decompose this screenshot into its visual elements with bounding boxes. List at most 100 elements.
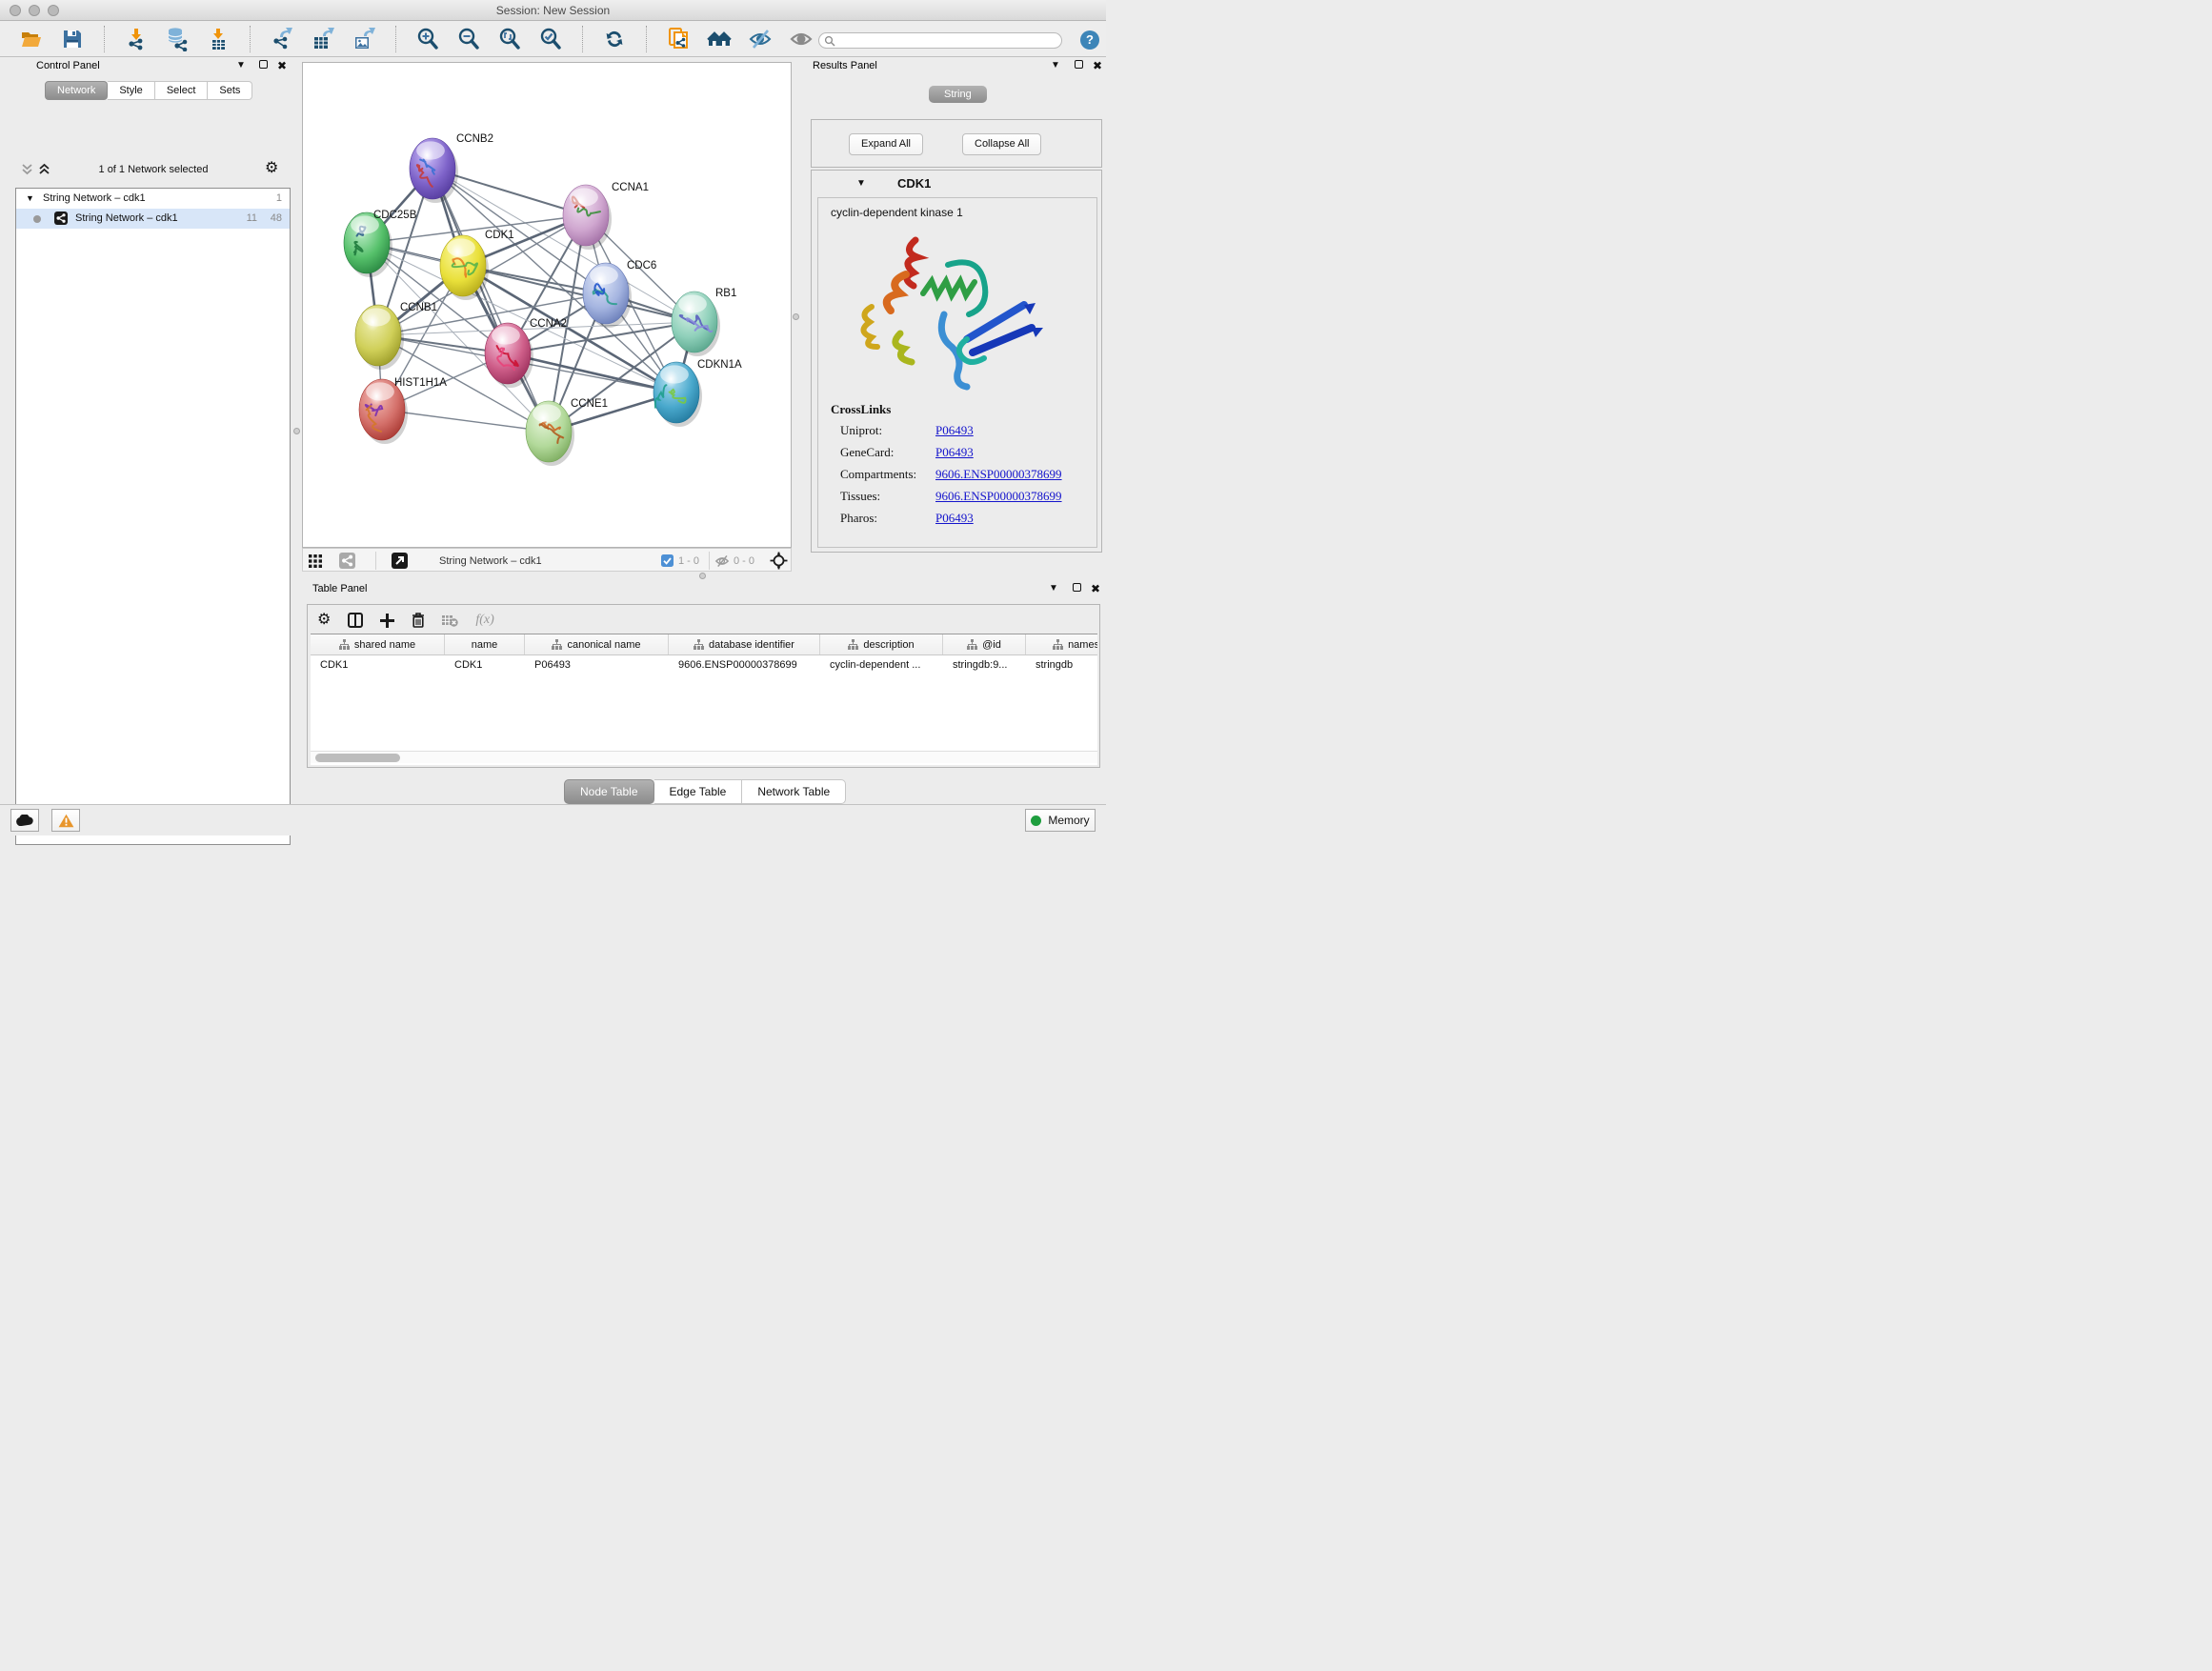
network-edge-CCNB2-CCNE1[interactable] <box>432 169 549 432</box>
network-options-gear-icon[interactable]: ⚙ <box>265 161 278 176</box>
network-view-icon[interactable] <box>339 549 355 573</box>
network-canvas[interactable]: CCNB2CCNA1CDC25BCDK1CDC6RB1CCNB1CCNA2CDK… <box>302 62 792 548</box>
export-image-icon[interactable] <box>352 27 376 51</box>
column-header-database-identifier[interactable]: database identifier <box>669 634 820 654</box>
expand-all-button[interactable]: Expand All <box>849 133 923 155</box>
warning-icon <box>58 814 74 828</box>
table-row[interactable]: CDK1CDK1P064939606.ENSP00000378699cyclin… <box>311 655 1097 676</box>
column-header-name[interactable]: name <box>445 634 525 654</box>
results-panel-float-icon[interactable]: ▼ <box>1051 60 1060 70</box>
crosslink-value-link[interactable]: P06493 <box>935 441 974 463</box>
gene-collapse-icon[interactable]: ▼ <box>856 178 866 189</box>
table-cell[interactable]: P06493 <box>525 655 669 676</box>
footer-divider <box>709 552 710 570</box>
tab-network[interactable]: Network <box>45 81 108 100</box>
crosslink-value-link[interactable]: 9606.ENSP00000378699 <box>935 463 1062 485</box>
grid-view-icon[interactable] <box>309 549 322 573</box>
crosslink-value-link[interactable]: 9606.ENSP00000378699 <box>935 485 1062 507</box>
table-cell[interactable]: 9606.ENSP00000378699 <box>669 655 820 676</box>
network-tree-child-row[interactable]: String Network – cdk1 11 48 <box>16 209 290 229</box>
network-node-CCNE1[interactable]: CCNE1 <box>526 398 608 466</box>
column-header-label: canonical name <box>567 639 640 651</box>
import-network-database-icon[interactable] <box>165 27 190 51</box>
results-panel-close-icon[interactable]: ✖ <box>1093 59 1102 72</box>
export-network-icon[interactable] <box>270 27 294 51</box>
hidden-eye-icon <box>714 549 730 573</box>
save-session-icon[interactable] <box>60 27 85 51</box>
vertical-splitter-handle-right[interactable] <box>793 313 799 320</box>
delete-column-icon[interactable] <box>412 613 425 628</box>
tree-collapse-icon[interactable]: ▼ <box>26 189 34 209</box>
column-header-shared-name[interactable]: shared name <box>311 634 445 654</box>
memory-button[interactable]: Memory <box>1025 809 1096 832</box>
table-cell[interactable]: cyclin-dependent ... <box>820 655 943 676</box>
open-session-icon[interactable] <box>19 27 44 51</box>
toolbar-separator <box>250 26 251 52</box>
create-column-icon[interactable] <box>380 614 394 628</box>
birdseye-toggle-icon[interactable] <box>770 549 788 573</box>
table-panel-close-icon[interactable]: ✖ <box>1091 582 1100 595</box>
cloud-status-button[interactable] <box>10 809 39 832</box>
network-node-RB1[interactable]: RB1 <box>672 288 736 356</box>
hide-selected-icon[interactable] <box>748 27 773 51</box>
network-node-CDKN1A[interactable]: CDKN1A <box>654 359 742 427</box>
hscrollbar-thumb[interactable] <box>315 754 400 762</box>
memory-label: Memory <box>1048 814 1089 827</box>
help-icon[interactable]: ? <box>1080 30 1099 50</box>
tab-style[interactable]: Style <box>108 81 154 100</box>
zoom-fit-icon[interactable] <box>497 27 522 51</box>
table-options-gear-icon[interactable]: ⚙ <box>317 613 331 628</box>
control-panel-float-icon[interactable]: ▼ <box>236 60 246 70</box>
column-header-namespace[interactable]: namespace <box>1026 634 1097 654</box>
collapse-all-button[interactable]: Collapse All <box>962 133 1041 155</box>
column-header-canonical-name[interactable]: canonical name <box>525 634 669 654</box>
tab-network-table[interactable]: Network Table <box>742 779 846 804</box>
table-cell[interactable]: CDK1 <box>445 655 525 676</box>
network-node-CCNB2[interactable]: CCNB2 <box>410 133 493 203</box>
export-table-icon[interactable] <box>311 27 335 51</box>
table-panel-float-icon[interactable]: ▼ <box>1049 583 1058 594</box>
network-tree-root-row[interactable]: ▼ String Network – cdk1 1 <box>16 189 290 209</box>
table-panel: ⚙ f(x) shared namenamecanonical namedata… <box>307 604 1100 768</box>
network-node-CDC25B[interactable]: CDC25B <box>344 210 417 277</box>
refresh-view-icon[interactable] <box>602 27 627 51</box>
selected-checkbox-icon[interactable] <box>661 549 674 573</box>
tab-sets[interactable]: Sets <box>208 81 252 100</box>
zoom-in-icon[interactable] <box>415 27 440 51</box>
tab-edge-table[interactable]: Edge Table <box>654 779 743 804</box>
crosslink-label: Compartments: <box>840 463 935 485</box>
first-neighbors-icon[interactable] <box>666 27 691 51</box>
detach-view-icon[interactable] <box>392 549 408 573</box>
show-columns-icon[interactable] <box>348 613 363 628</box>
column-header-description[interactable]: description <box>820 634 943 654</box>
crosslink-value-link[interactable]: P06493 <box>935 507 974 529</box>
network-node-HIST1H1A[interactable]: HIST1H1A <box>359 377 447 444</box>
home-views-icon[interactable] <box>707 27 732 51</box>
node-label: CCNE1 <box>571 398 608 410</box>
tab-select[interactable]: Select <box>155 81 209 100</box>
crosslink-value-link[interactable]: P06493 <box>935 419 974 441</box>
import-table-icon[interactable] <box>206 27 231 51</box>
zoom-selected-icon[interactable] <box>538 27 563 51</box>
search-input[interactable] <box>818 32 1062 49</box>
table-cell[interactable]: CDK1 <box>311 655 445 676</box>
control-panel-maximize-icon[interactable] <box>259 60 268 71</box>
table-hscrollbar[interactable] <box>311 751 1097 763</box>
tab-string[interactable]: String <box>929 86 987 103</box>
show-all-icon[interactable] <box>789 27 814 51</box>
tab-node-table[interactable]: Node Table <box>564 779 654 804</box>
table-panel-maximize-icon[interactable] <box>1073 583 1081 594</box>
warnings-button[interactable] <box>51 809 80 832</box>
network-node-CCNB1[interactable]: CCNB1 <box>355 302 437 370</box>
results-panel-maximize-icon[interactable] <box>1075 60 1083 71</box>
control-panel-close-icon[interactable]: ✖ <box>277 59 287 72</box>
table-cell[interactable]: stringdb:9... <box>943 655 1026 676</box>
import-network-file-icon[interactable] <box>124 27 149 51</box>
column-header-@id[interactable]: @id <box>943 634 1026 654</box>
table-cell[interactable]: stringdb <box>1026 655 1097 676</box>
network-node-CCNA2[interactable]: CCNA2 <box>485 318 567 388</box>
vertical-splitter-handle-left[interactable] <box>293 428 300 434</box>
zoom-out-icon[interactable] <box>456 27 481 51</box>
crosslink-row: GeneCard:P06493 <box>831 441 1088 463</box>
network-node-CCNA1[interactable]: CCNA1 <box>563 182 649 250</box>
